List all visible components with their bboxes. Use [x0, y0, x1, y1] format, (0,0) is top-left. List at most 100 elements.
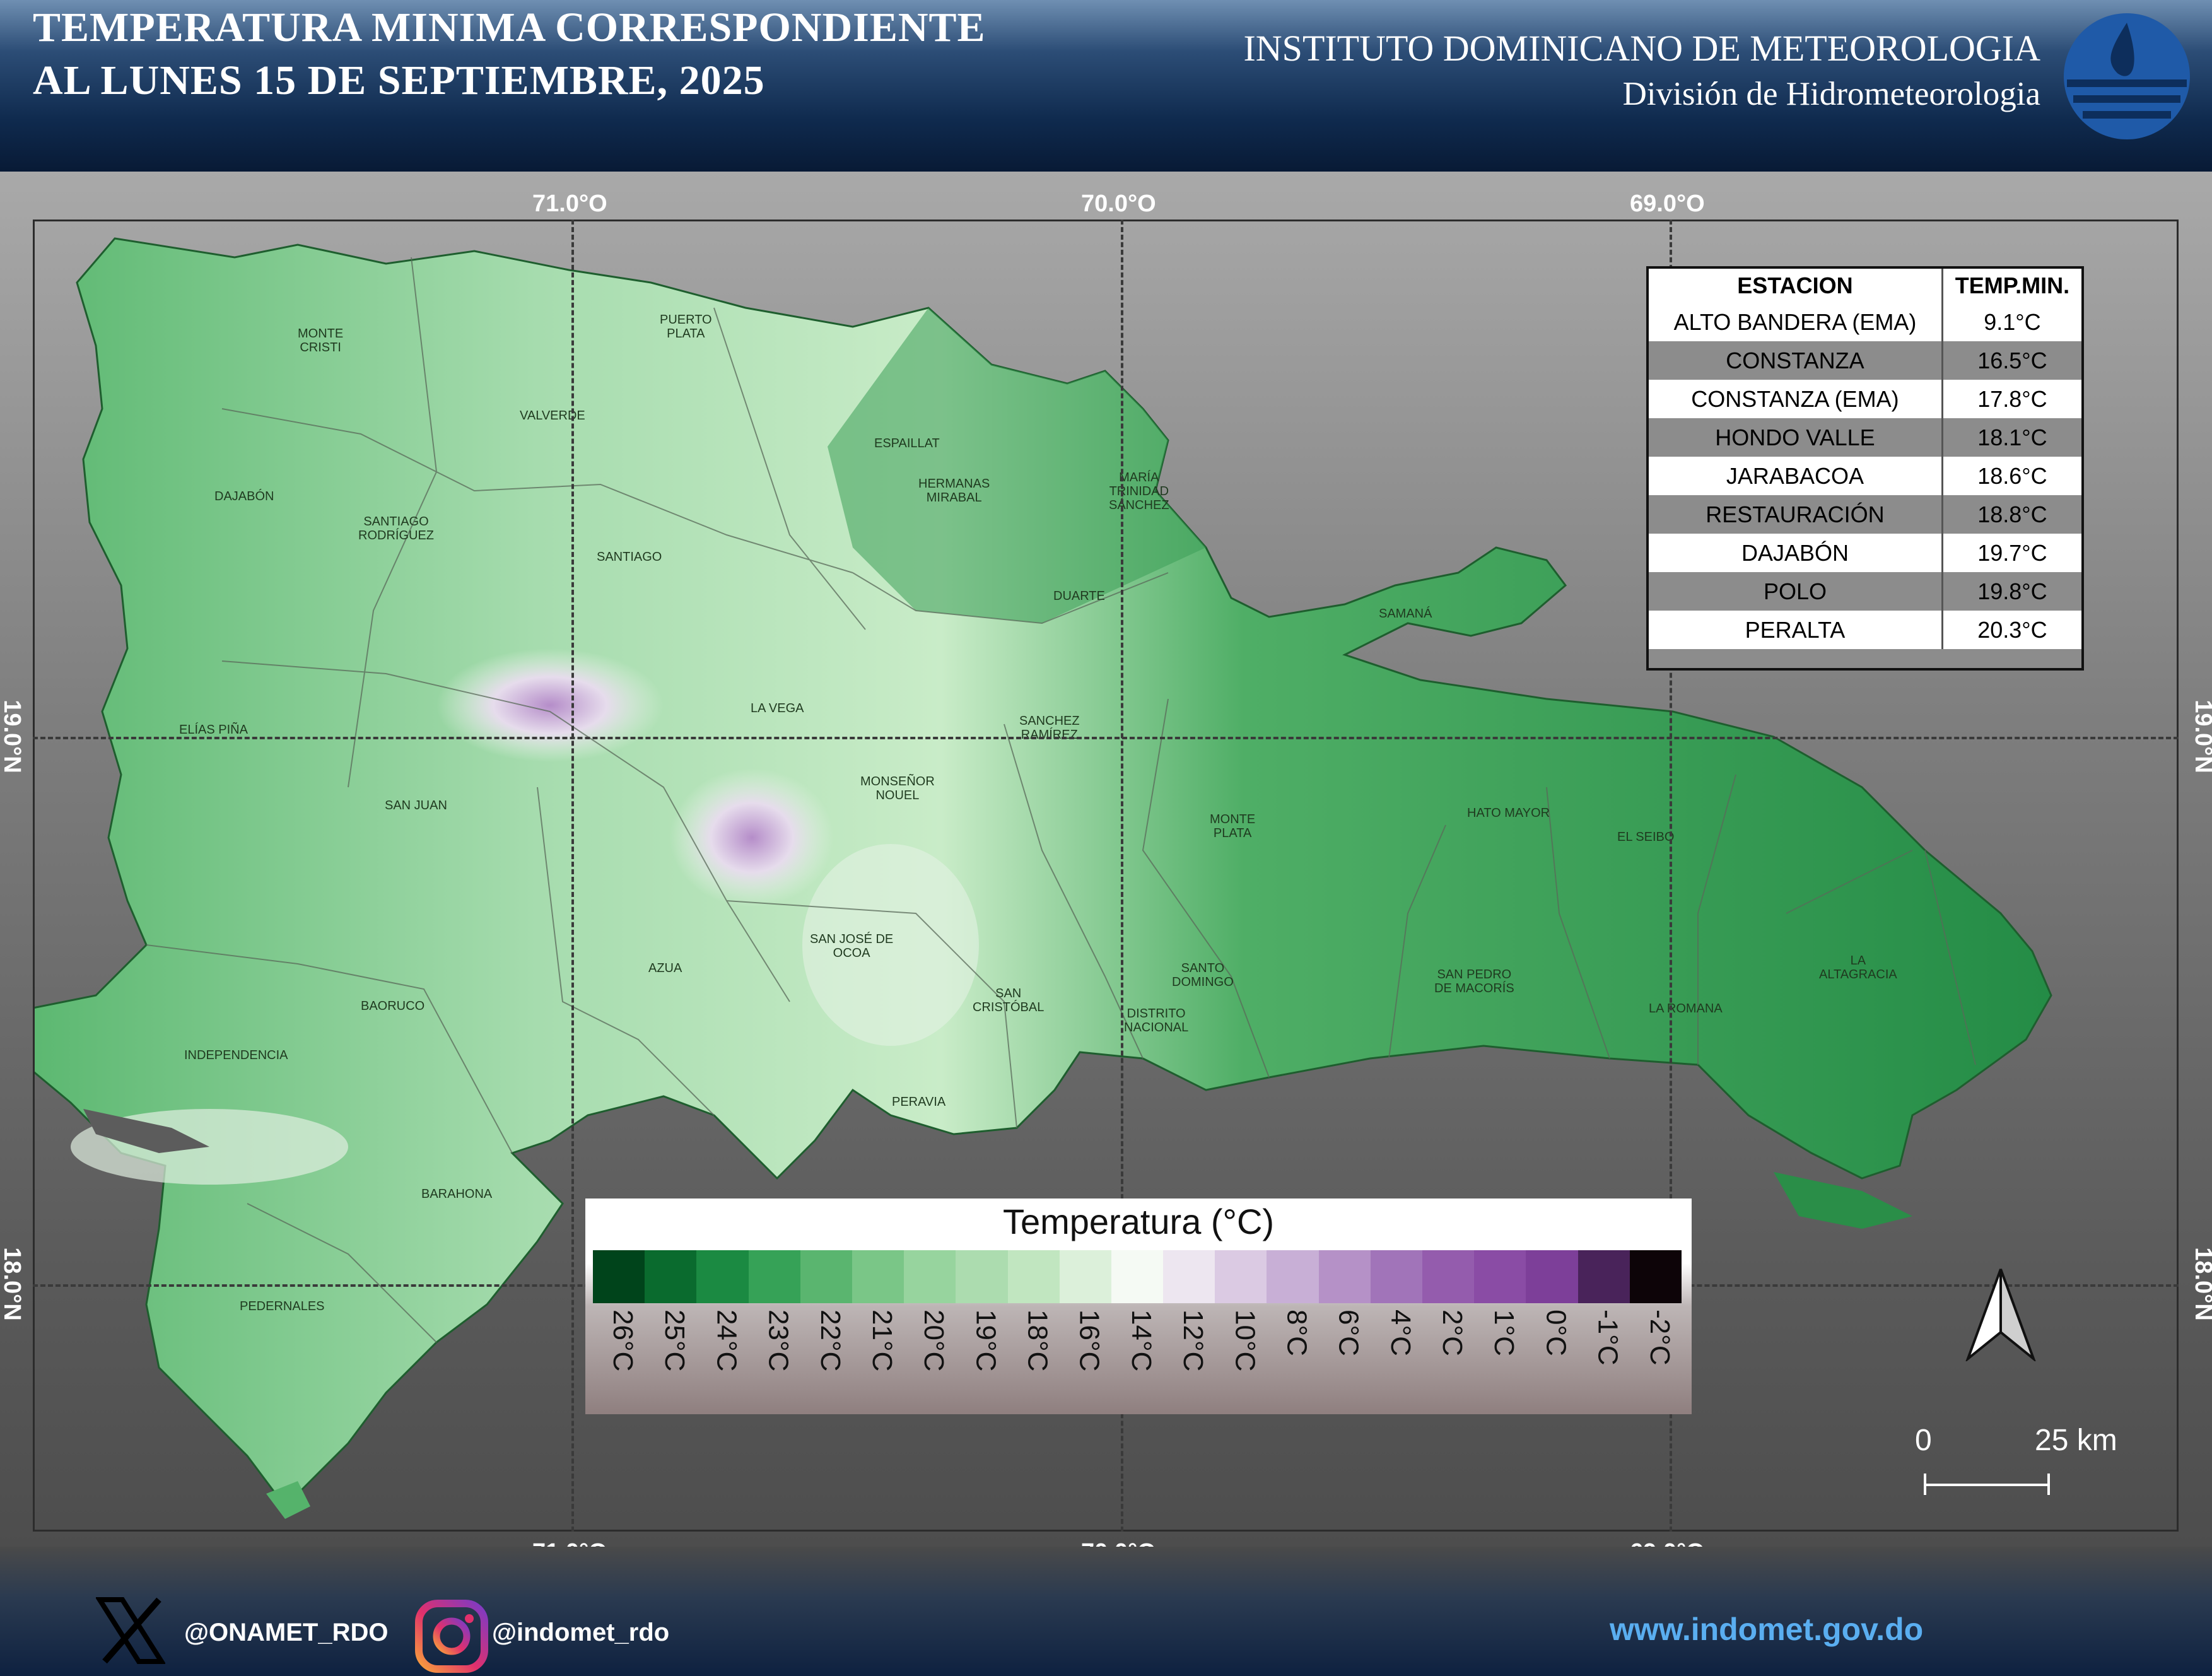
station-name: DAJABÓN	[1647, 534, 1943, 572]
scale-bar: 0 25 km	[1911, 1423, 2119, 1499]
legend-swatch	[1267, 1250, 1319, 1303]
legend-label-cell: 6°C	[1319, 1310, 1371, 1404]
legend-label: 19°C	[970, 1310, 1002, 1372]
legend-label: 22°C	[814, 1310, 846, 1372]
station-temp: 17.8°C	[1941, 380, 2083, 418]
legend-swatch	[1318, 1250, 1371, 1303]
station-name: ALTO BANDERA (EMA)	[1647, 303, 1943, 341]
temperature-legend: Temperatura (°C) 26°C 25°C 24°C 23°C 22°C 21°…	[585, 1198, 1692, 1414]
legend-label: 21°C	[866, 1310, 898, 1372]
legend-swatch	[851, 1250, 904, 1303]
legend-swatch	[1422, 1250, 1475, 1303]
table-row: CONSTANZA (EMA) 17.8°C	[1647, 380, 2083, 418]
north-arrow-icon	[1965, 1269, 2036, 1361]
station-name: JARABACOA	[1647, 457, 1943, 495]
table-footer-row	[1647, 649, 2083, 669]
legend-label: 10°C	[1229, 1310, 1261, 1372]
legend-label-cell: -2°C	[1630, 1310, 1682, 1404]
legend-label-cell: 18°C	[1008, 1310, 1060, 1404]
website-link[interactable]: www.indomet.gov.do	[1610, 1611, 1923, 1648]
map-title: TEMPERATURA MINIMA CORRESPONDIENTE AL LU…	[33, 1, 986, 107]
legend-label-cell: 21°C	[852, 1310, 904, 1404]
legend-label: 26°C	[607, 1310, 638, 1372]
legend-swatch	[904, 1250, 956, 1303]
graticule-line	[571, 220, 574, 1532]
table-row: ALTO BANDERA (EMA) 9.1°C	[1647, 303, 2083, 341]
legend-swatch	[1215, 1250, 1267, 1303]
table-row: HONDO VALLE 18.1°C	[1647, 418, 2083, 457]
lon-label-top: 69.0°O	[1630, 190, 1705, 217]
station-name: HONDO VALLE	[1647, 418, 1943, 457]
legend-label-cell: 24°C	[696, 1310, 748, 1404]
station-temp: 16.5°C	[1941, 341, 2083, 380]
lat-label-right: 18.0°N	[2189, 1247, 2212, 1321]
x-logo-icon[interactable]	[96, 1596, 165, 1665]
legend-label-cell: 14°C	[1111, 1310, 1163, 1404]
legend-swatch	[1059, 1250, 1111, 1303]
table-row: CONSTANZA 16.5°C	[1647, 341, 2083, 380]
title-line-1: TEMPERATURA MINIMA CORRESPONDIENTE	[33, 4, 986, 50]
station-temp: 19.8°C	[1941, 572, 2083, 611]
lat-label-left: 19.0°N	[0, 700, 25, 773]
legend-label-cell: 2°C	[1422, 1310, 1474, 1404]
legend-label-cell: 22°C	[800, 1310, 852, 1404]
legend-swatch	[1629, 1250, 1682, 1303]
legend-label: 24°C	[711, 1310, 742, 1372]
legend-swatch	[696, 1250, 749, 1303]
institute-block: INSTITUTO DOMINICANO DE METEOROLOGIA Div…	[1243, 25, 2040, 116]
station-name: PERALTA	[1647, 611, 1943, 649]
column-header-station: ESTACION	[1647, 267, 1943, 303]
lon-label-top: 71.0°O	[532, 190, 607, 217]
legend-swatch	[956, 1250, 1008, 1303]
station-name: CONSTANZA (EMA)	[1647, 380, 1943, 418]
lon-label-top: 70.0°O	[1081, 190, 1156, 217]
legend-label-cell: 19°C	[956, 1310, 1007, 1404]
indomet-logo-icon	[2064, 13, 2190, 139]
instagram-handle-link[interactable]: @indomet_rdo	[492, 1619, 669, 1647]
legend-swatch	[1577, 1250, 1630, 1303]
legend-label: 1°C	[1489, 1310, 1520, 1356]
table-row: JARABACOA 18.6°C	[1647, 457, 2083, 495]
legend-label-cell: 12°C	[1163, 1310, 1215, 1404]
legend-label-cell: 1°C	[1474, 1310, 1526, 1404]
legend-swatch	[748, 1250, 800, 1303]
legend-label-cell: 4°C	[1371, 1310, 1422, 1404]
column-header-temp: TEMP.MIN.	[1941, 267, 2083, 303]
legend-swatch	[593, 1250, 645, 1303]
division-name: División de Hidrometeorologia	[1622, 76, 2040, 112]
table-row: RESTAURACIÓN 18.8°C	[1647, 495, 2083, 534]
legend-swatch	[800, 1250, 852, 1303]
station-temp: 20.3°C	[1941, 611, 2083, 649]
legend-label-cell: 20°C	[904, 1310, 956, 1404]
legend-label: -2°C	[1644, 1310, 1675, 1366]
legend-label-cell: -1°C	[1578, 1310, 1630, 1404]
legend-label: 23°C	[763, 1310, 794, 1372]
legend-label-cell: 25°C	[645, 1310, 696, 1404]
legend-label-cell: 26°C	[593, 1310, 645, 1404]
station-table: ESTACION TEMP.MIN. ALTO BANDERA (EMA) 9.…	[1646, 266, 2084, 671]
legend-swatch	[1370, 1250, 1422, 1303]
legend-swatch	[1111, 1250, 1164, 1303]
legend-label: 20°C	[918, 1310, 950, 1372]
table-row: DAJABÓN 19.7°C	[1647, 534, 2083, 572]
legend-label-cell: 23°C	[749, 1310, 800, 1404]
institute-name: INSTITUTO DOMINICANO DE METEOROLOGIA	[1243, 28, 2040, 69]
table-filler	[1647, 649, 1943, 669]
station-name: POLO	[1647, 572, 1943, 611]
station-name: CONSTANZA	[1647, 341, 1943, 380]
legend-swatch	[1163, 1250, 1215, 1303]
table-row: POLO 19.8°C	[1647, 572, 2083, 611]
station-temp: 19.7°C	[1941, 534, 2083, 572]
table-row: PERALTA 20.3°C	[1647, 611, 2083, 649]
legend-label-cell: 10°C	[1215, 1310, 1267, 1404]
legend-swatch	[1007, 1250, 1060, 1303]
legend-swatch	[645, 1250, 697, 1303]
legend-label: 2°C	[1437, 1310, 1468, 1356]
legend-swatches	[593, 1250, 1682, 1303]
x-handle-link[interactable]: @ONAMET_RDO	[184, 1619, 388, 1647]
instagram-icon[interactable]	[415, 1600, 488, 1673]
legend-label: -1°C	[1592, 1310, 1624, 1366]
lat-label-left: 18.0°N	[0, 1247, 25, 1321]
scale-end-label: 25 km	[2035, 1424, 2117, 1457]
legend-label: 6°C	[1333, 1310, 1364, 1356]
